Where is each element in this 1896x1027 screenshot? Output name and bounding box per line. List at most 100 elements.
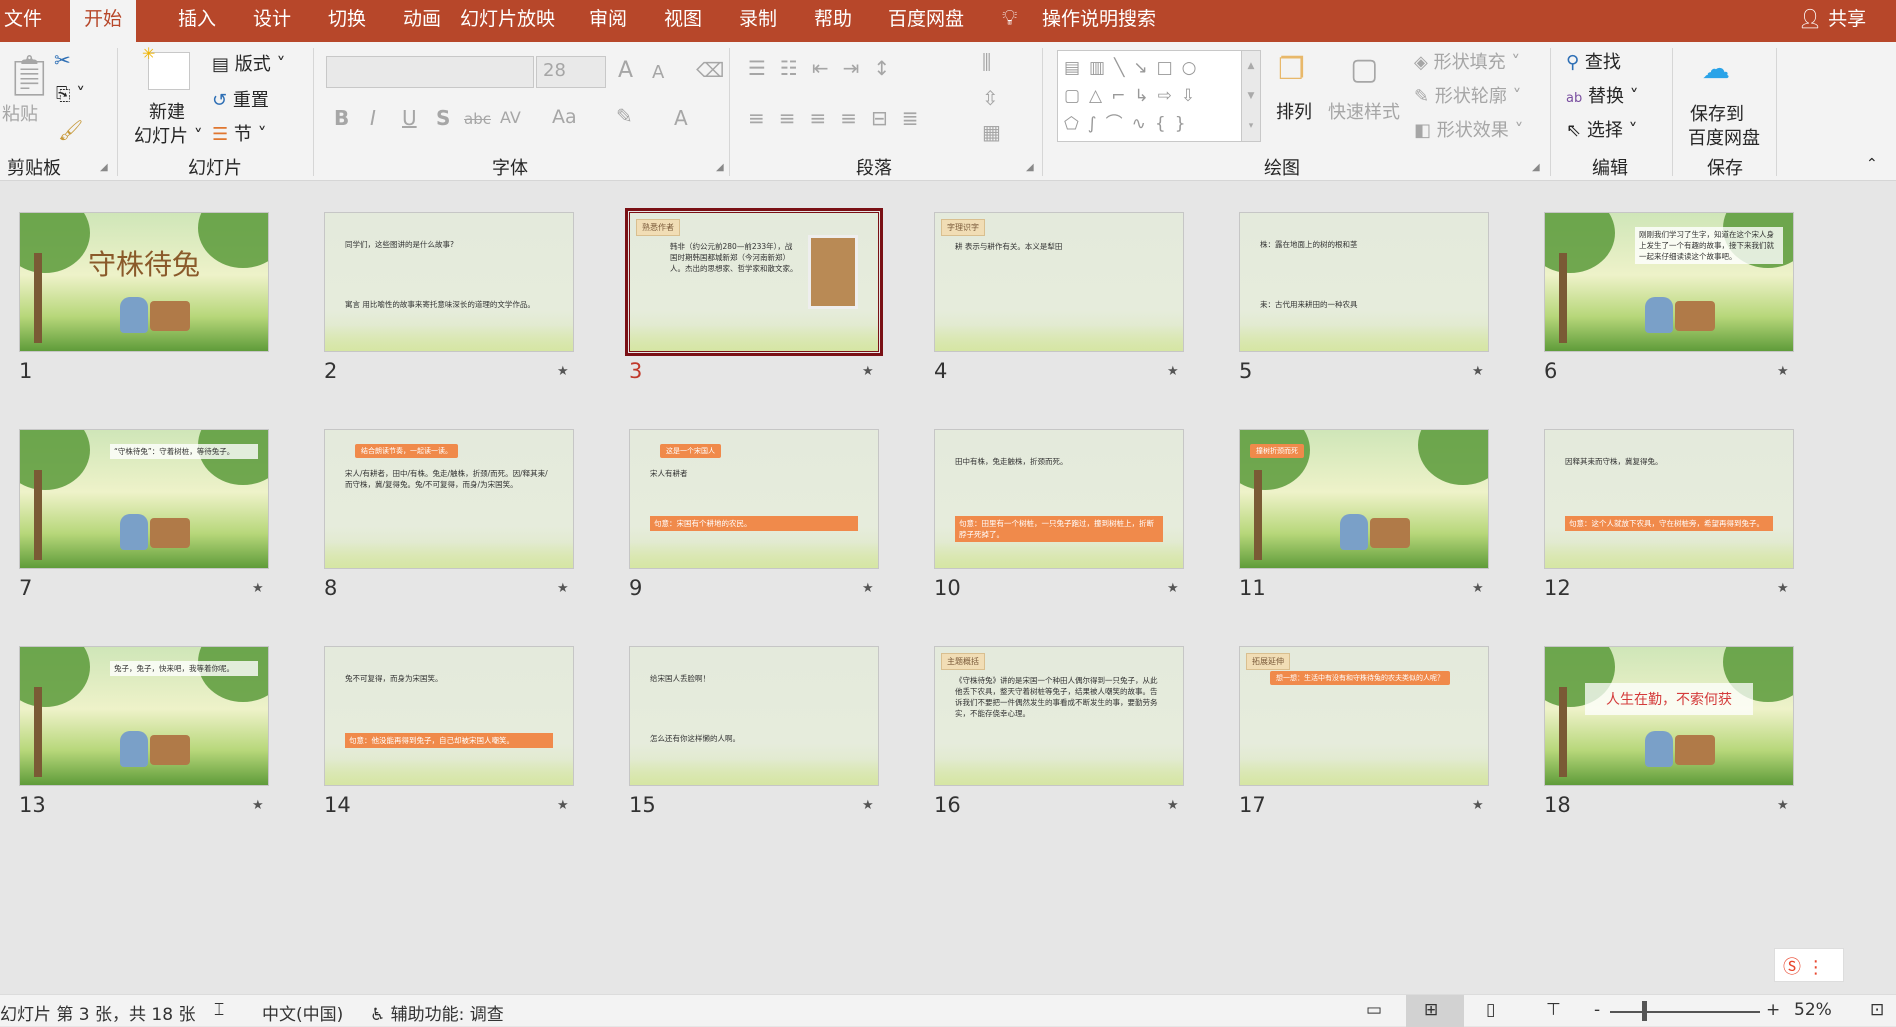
slide-thumbnail[interactable]: 字理识字耕 表示与耕作有关。本义是犁田 — [934, 212, 1184, 352]
save-to-baidu-line2[interactable]: 百度网盘 — [1688, 124, 1760, 150]
gallery-scroll[interactable]: ▲ ▼ ▾ — [1241, 50, 1261, 142]
find-button[interactable]: ⚲ 查找 — [1566, 48, 1621, 74]
tab-animations[interactable]: 动画 — [403, 0, 441, 42]
baidu-netdisk-icon[interactable]: ☁ — [1702, 52, 1730, 85]
slide-thumbnail[interactable]: 拓展延伸 想一想：生活中有没有和守株待兔的农夫类似的人呢？ — [1239, 646, 1489, 786]
slide-thumbnail[interactable]: 田中有株，兔走触株，折颈而死。 句意：田里有一个树桩，一只兔子跑过，撞到树桩上，折… — [934, 429, 1184, 569]
bold-button[interactable]: B — [334, 106, 349, 130]
char-spacing-button[interactable]: AV — [500, 108, 521, 127]
zoom-level[interactable]: 52% — [1794, 1000, 1832, 1020]
paste-button[interactable]: 粘贴 — [2, 100, 38, 126]
tab-home[interactable]: 开始 — [70, 0, 137, 42]
shrink-font-button[interactable]: A — [652, 62, 664, 83]
shape-effects-button[interactable]: ◧ 形状效果 ˅ — [1414, 116, 1523, 142]
section-button[interactable]: ☰ 节 ˅ — [212, 120, 267, 146]
slide-thumbnail[interactable]: 结合朗读节奏，一起读一读。 宋人/有耕者，田中/有株。兔走/触株，折颈/而死。因/… — [324, 429, 574, 569]
slide-thumbnail[interactable]: 同学们，这些图讲的是什么故事? 寓言 用比喻性的故事来寄托意味深长的道理的文学作品… — [324, 212, 574, 352]
slide-thumbnail[interactable]: 人生在勤，不索何获 — [1544, 646, 1794, 786]
smartart-icon[interactable]: ▦ — [982, 120, 1001, 144]
slide-thumbnail[interactable]: 兔子，兔子，快来吧，我等着你呢。 — [19, 646, 269, 786]
tab-slideshow[interactable]: 幻灯片放映 — [460, 0, 555, 42]
slide-thumbnail[interactable]: 守株待兔 — [19, 212, 269, 352]
highlight-icon[interactable]: ✎ — [616, 104, 633, 128]
slide-thumbnail[interactable]: 因释其耒而守株，冀复得兔。 句意：这个人就放下农具，守在树桩旁，希望再得到兔子。 — [1544, 429, 1794, 569]
zoom-in-button[interactable]: + — [1766, 1000, 1780, 1020]
drawing-launcher-icon[interactable]: ◢ — [1532, 162, 1540, 173]
slide-thumbnail[interactable]: 主题概括 《守株待兔》讲的是宋国一个种田人偶尔得到一只兔子，从此他丢下农具，整天守… — [934, 646, 1184, 786]
shadow-button[interactable]: S — [436, 106, 450, 130]
align-text-icon[interactable]: ⇳ — [982, 86, 999, 110]
group-label-slides: 幻灯片 — [188, 158, 242, 179]
cut-icon[interactable]: ✂ — [54, 48, 71, 72]
zoom-slider-thumb[interactable] — [1642, 1001, 1647, 1021]
list-indent-icons[interactable]: ☰☷⇤⇥↕ — [748, 56, 904, 80]
shape-outline-button[interactable]: ✎ 形状轮廓 ˅ — [1414, 82, 1522, 108]
zoom-out-button[interactable]: - — [1594, 1000, 1600, 1020]
save-to-baidu-line1[interactable]: 保存到 — [1690, 100, 1744, 126]
italic-button[interactable]: I — [370, 106, 376, 130]
slide-sorter-view-button[interactable]: ⊞ — [1406, 995, 1464, 1027]
alignment-icons[interactable]: ≡≡≡≡⊟≣ — [748, 106, 933, 130]
language-indicator[interactable]: 中文(中国) — [262, 1000, 343, 1025]
quick-styles-button[interactable]: 快速样式 — [1328, 98, 1400, 124]
notes-icon[interactable]: ⌶ — [214, 1000, 224, 1020]
tab-review[interactable]: 审阅 — [589, 0, 627, 42]
tab-file[interactable]: 文件 — [4, 0, 42, 42]
arrange-icon[interactable]: ❐ — [1278, 52, 1305, 87]
layout-button[interactable]: ▤ 版式 ˅ — [212, 50, 285, 76]
clear-formatting-icon[interactable]: ⌫ — [696, 58, 724, 82]
shapes-gallery[interactable]: ▤▥╲↘□○ ▢△⌐↳⇨⇩ ⬠∫⌒∿{} — [1057, 50, 1261, 142]
tab-insert[interactable]: 插入 — [178, 0, 216, 42]
reading-view-icon[interactable]: ▯ — [1486, 1000, 1495, 1020]
slide-thumbnail[interactable]: 这是一个宋国人 宋人有耕者 句意：宋国有个耕地的农民。 — [629, 429, 879, 569]
paste-icon[interactable]: 📋︎ — [4, 52, 55, 99]
clipboard-launcher-icon[interactable]: ◢ — [100, 162, 108, 173]
reset-button[interactable]: ↺ 重置 — [212, 86, 269, 112]
tab-transitions[interactable]: 切换 — [328, 0, 366, 42]
tell-me-search[interactable]: 操作说明搜索 — [1042, 0, 1156, 42]
tab-help[interactable]: 帮助 — [814, 0, 852, 42]
strikethrough-button[interactable]: abc — [464, 110, 491, 128]
farmer-figure — [120, 514, 148, 550]
fit-to-window-icon[interactable]: ⊡ — [1870, 1000, 1884, 1020]
new-slide-label-1[interactable]: 新建 — [149, 98, 185, 124]
font-name-combobox[interactable] — [326, 56, 534, 88]
text-direction-icon[interactable]: ⫼ — [982, 50, 991, 74]
underline-button[interactable]: U — [402, 106, 417, 130]
change-case-button[interactable]: Aa — [552, 106, 577, 128]
font-launcher-icon[interactable]: ◢ — [716, 162, 724, 173]
grow-font-button[interactable]: A — [618, 58, 633, 83]
tab-design[interactable]: 设计 — [253, 0, 291, 42]
ime-indicator-icon[interactable]: Ⓢ ⋮ — [1774, 948, 1844, 982]
slide-thumbnail[interactable]: 给宋国人丢脸啊！ 怎么还有你这样懒的人啊。 — [629, 646, 879, 786]
slide-thumbnail[interactable]: 株：露在地面上的树的根和茎 耒：古代用来耕田的一种农具 — [1239, 212, 1489, 352]
font-size-combobox[interactable]: 28 — [536, 56, 606, 88]
zoom-slider[interactable] — [1610, 1011, 1760, 1013]
slide-thumbnail[interactable]: 刚刚我们学习了生字，知道在这个宋人身上发生了一个有趣的故事，接下来我们就一起来仔… — [1544, 212, 1794, 352]
slide-thumbnail[interactable]: 熟悉作者 韩非（约公元前280—前233年），战国时期韩国都城新郑（今河南新郑）人… — [625, 208, 883, 356]
shape-icons[interactable]: ▤▥╲↘□○ ▢△⌐↳⇨⇩ ⬠∫⌒∿{} — [1058, 51, 1260, 141]
shape-fill-button[interactable]: ◈ 形状填充 ˅ — [1414, 48, 1520, 74]
paragraph-launcher-icon[interactable]: ◢ — [1026, 162, 1034, 173]
replace-button[interactable]: ab 替换 ˅ — [1566, 82, 1639, 108]
collapse-ribbon-icon[interactable]: ⌃ — [1866, 156, 1878, 172]
slide-thumbnail[interactable]: 撞树折颈而死 — [1239, 429, 1489, 569]
slideshow-view-icon[interactable]: ⊤ — [1546, 1000, 1561, 1020]
font-color-button[interactable]: A — [674, 106, 688, 130]
tab-record[interactable]: 录制 — [739, 0, 777, 42]
new-slide-label-2[interactable]: 幻灯片 ˅ — [134, 122, 203, 148]
quick-styles-icon[interactable]: ▢ — [1350, 52, 1378, 87]
format-painter-icon[interactable]: 🖌︎ — [58, 118, 83, 142]
tab-view[interactable]: 视图 — [664, 0, 702, 42]
select-button[interactable]: ⇖ 选择 ˅ — [1566, 116, 1638, 142]
accessibility-button[interactable]: ♿︎ 辅助功能: 调查 — [370, 1000, 504, 1025]
normal-view-icon[interactable]: ▭ — [1366, 1000, 1382, 1020]
slide-thumbnail[interactable]: 兔不可复得，而身为宋国笑。 句意：他没能再得到兔子，自己却被宋国人嘲笑。 — [324, 646, 574, 786]
arrange-button[interactable]: 排列 — [1276, 98, 1312, 124]
copy-icon[interactable]: ⎘ ˅ — [56, 84, 85, 105]
farmer-figure — [1340, 514, 1368, 550]
tab-baidu-netdisk[interactable]: 百度网盘 — [888, 0, 964, 42]
slide-thumbnail[interactable]: “守株待兔”：守着树桩，等待兔子。 — [19, 429, 269, 569]
share-button[interactable]: 👤︎ 共享 — [1798, 0, 1866, 42]
grass-decoration — [325, 759, 573, 785]
